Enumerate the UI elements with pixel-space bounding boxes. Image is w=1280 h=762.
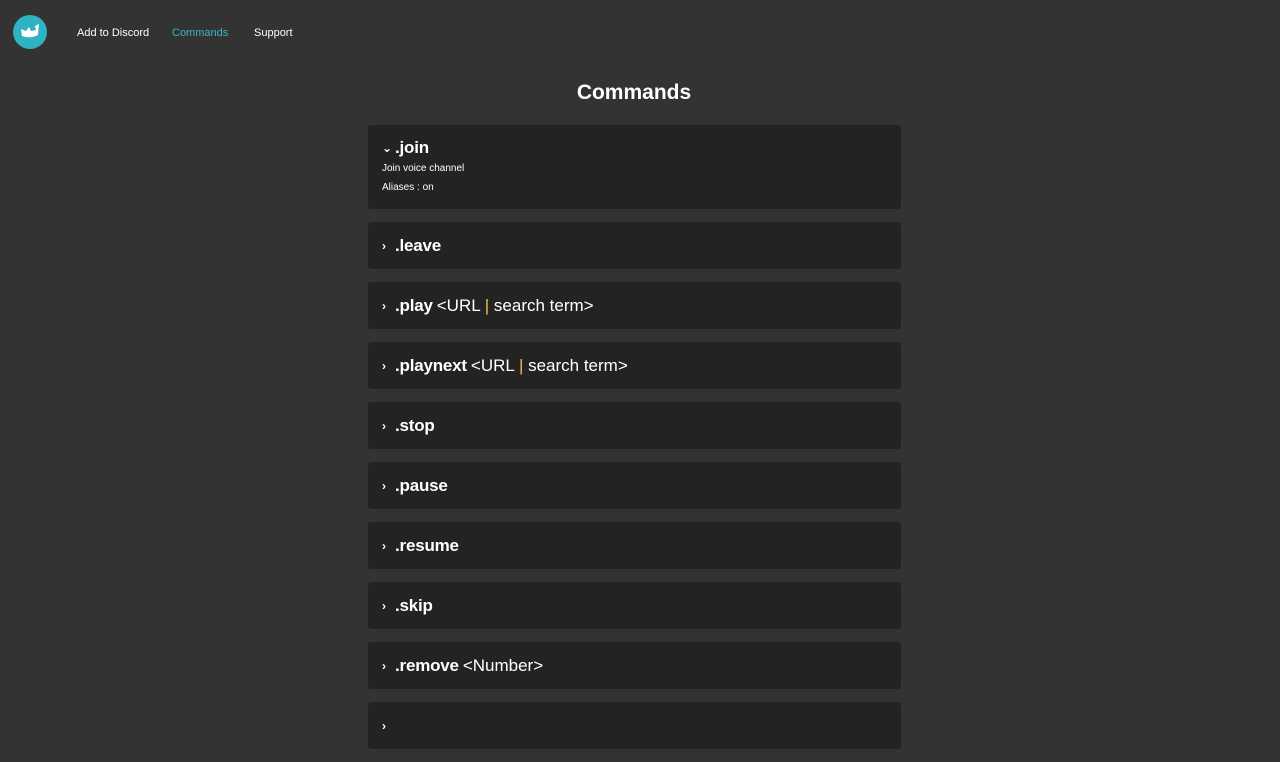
command-name: .playnext	[395, 355, 467, 375]
command-args: <URL | search term>	[437, 296, 594, 316]
top-navbar: Add to Discord Commands Support	[0, 0, 1280, 66]
command-name: .skip	[395, 595, 433, 615]
chevron-right-icon: ›	[382, 538, 386, 553]
chevron-right-icon: ›	[382, 598, 386, 613]
command-name: .pause	[395, 475, 448, 495]
command-name: .resume	[395, 535, 459, 555]
command-list: ⌄ .join Join voice channel Aliases : on …	[368, 125, 901, 762]
command-name: .play	[395, 295, 433, 315]
args-suffix: search term>	[489, 295, 594, 315]
command-item-join[interactable]: ⌄ .join Join voice channel Aliases : on	[368, 125, 901, 209]
command-item-play[interactable]: › .play <URL | search term>	[368, 282, 901, 329]
command-name: .join	[395, 138, 429, 157]
chevron-right-icon: ›	[382, 298, 386, 313]
command-item-stop[interactable]: › .stop	[368, 402, 901, 449]
command-description: Join voice channel	[382, 163, 465, 174]
command-args: <URL | search term>	[471, 356, 628, 376]
command-item-partial[interactable]: ›	[368, 702, 901, 749]
command-aliases: Aliases : on	[382, 182, 434, 193]
command-item-resume[interactable]: › .resume	[368, 522, 901, 569]
chevron-right-icon: ›	[382, 658, 386, 673]
chevron-down-icon: ⌄	[382, 141, 393, 155]
chevron-right-icon: ›	[382, 718, 386, 733]
args-suffix: search term>	[523, 355, 628, 375]
nav-add-to-discord[interactable]: Add to Discord	[77, 26, 149, 40]
command-details: Join voice channel Aliases : on	[382, 159, 887, 209]
chevron-right-icon: ›	[382, 478, 386, 493]
command-item-pause[interactable]: › .pause	[368, 462, 901, 509]
nav-commands[interactable]: Commands	[172, 26, 228, 40]
bot-logo-icon[interactable]	[13, 15, 47, 49]
command-args: <Number>	[462, 655, 544, 675]
chevron-right-icon: ›	[382, 238, 386, 253]
command-name: .leave	[395, 235, 442, 255]
command-item-playnext[interactable]: › .playnext <URL | search term>	[368, 342, 901, 389]
args-prefix: <URL	[436, 295, 485, 315]
command-name: .stop	[395, 415, 435, 435]
command-name: .remove	[395, 655, 459, 675]
page-title: Commands	[576, 81, 692, 104]
command-item-remove[interactable]: › .remove <Number>	[368, 642, 901, 689]
command-item-skip[interactable]: › .skip	[368, 582, 901, 629]
command-item-leave[interactable]: › .leave	[368, 222, 901, 269]
chevron-right-icon: ›	[382, 358, 386, 373]
nav-support[interactable]: Support	[254, 26, 293, 40]
chevron-right-icon: ›	[382, 418, 386, 433]
args-prefix: <URL	[470, 355, 519, 375]
